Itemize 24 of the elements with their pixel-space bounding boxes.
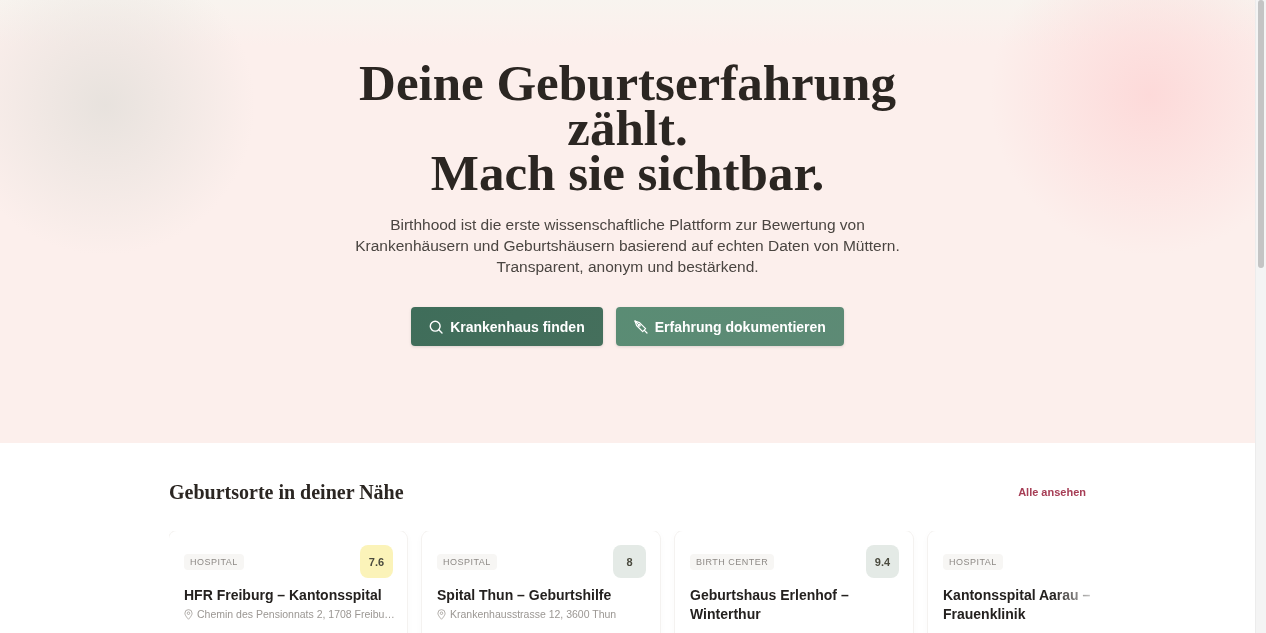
document-experience-button[interactable]: Erfahrung dokumentieren xyxy=(615,307,844,346)
place-name: HFR Freiburg – Kantonsspital xyxy=(184,586,383,605)
score-badge: 8 xyxy=(613,545,646,578)
location-pin-icon xyxy=(437,608,446,620)
search-icon xyxy=(429,319,444,334)
hero-title: Deine Geburtserfahrung zählt. Mach sie sichtbar. xyxy=(359,61,896,196)
place-name: Spital Thun – Geburtshilfe xyxy=(437,586,613,605)
category-tag: HOSPITAL xyxy=(184,553,244,570)
hero-description: Birthhood ist die erste wissenschaftliche Plattform zur Bewertung von Krankenhäusern und Geburtshäusern basierend auf echten Daten von Müttern. Transparent, anonym und bestärkend. xyxy=(355,215,900,277)
place-address: Krankenhausstrasse 12, 3600 Thun xyxy=(450,608,617,620)
pen-icon xyxy=(633,319,648,334)
find-hospital-button[interactable]: Krankenhaus finden xyxy=(411,307,603,346)
see-all-link[interactable]: Alle ansehen xyxy=(1018,486,1086,498)
category-tag: HOSPITAL xyxy=(943,553,1003,570)
category-tag: BIRTH CENTER xyxy=(690,553,775,570)
score-badge: 7.6 xyxy=(360,545,393,578)
scrollbar-thumb[interactable] xyxy=(1258,0,1264,268)
location-pin-icon xyxy=(184,608,193,620)
score-badge: 9.4 xyxy=(866,545,899,578)
place-address: Chemin des Pensionnats 2, 1708 Freibu… xyxy=(197,608,395,620)
section-heading: Geburtsorte in deiner Nähe xyxy=(169,480,404,504)
category-tag: HOSPITAL xyxy=(437,553,497,570)
place-name: Kantonsspital Aarau – Frauenklinik xyxy=(943,586,1092,624)
place-name: Geburtshaus Erlenhof – Winterthur xyxy=(690,586,850,624)
